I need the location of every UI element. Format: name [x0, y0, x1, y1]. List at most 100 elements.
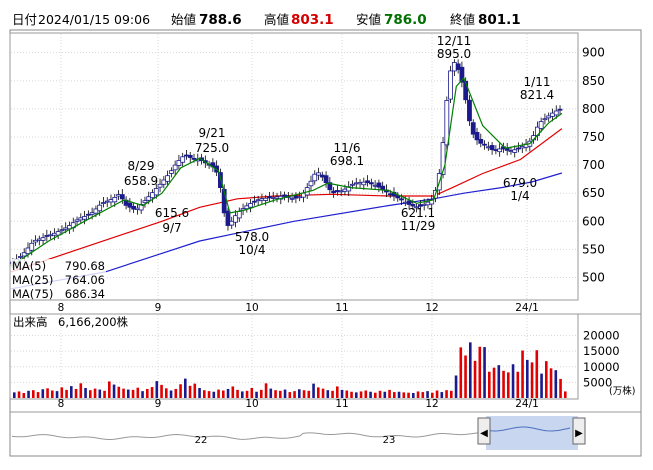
- annotation-line2: 9/7: [162, 221, 181, 235]
- volume-subtitle: 6,166,200株: [58, 315, 129, 329]
- candle-body: [557, 108, 563, 111]
- range-navigator[interactable]: ◀ ▶ 22 23: [11, 416, 586, 450]
- candle-body: [467, 99, 472, 122]
- volume-bar: [521, 350, 524, 398]
- candle-body: [101, 202, 106, 204]
- volume-bar: [241, 391, 244, 398]
- volume-bar: [231, 386, 235, 398]
- volume-bar: [559, 378, 562, 398]
- candle-body: [308, 180, 314, 187]
- annotation-line2: 10/4: [239, 243, 266, 257]
- volume-bar: [492, 367, 496, 398]
- ma5-line: [10, 76, 563, 267]
- candle-body: [399, 198, 404, 201]
- legend-ma75-name: MA(75): [12, 287, 53, 301]
- candle-body: [380, 185, 386, 190]
- candle-body: [482, 143, 487, 146]
- volume-bar: [17, 391, 21, 398]
- volume-bar: [340, 389, 344, 398]
- price-x-tick-label: 12: [425, 302, 438, 314]
- volume-bar: [307, 390, 311, 398]
- volume-bar: [264, 383, 268, 398]
- volume-bar: [326, 390, 330, 398]
- stock-chart-widget: 日付 2024/01/15 09:06 始値 788.6 高値 803.1 安値…: [0, 0, 653, 470]
- candle-body: [165, 175, 170, 182]
- legend-ma5-name: MA(5): [12, 259, 46, 273]
- volume-bar: [435, 390, 439, 398]
- volume-bar: [155, 381, 159, 398]
- candle-body: [263, 197, 269, 201]
- volume-tick-label: 5000: [583, 375, 612, 389]
- volume-bar: [412, 393, 415, 398]
- price-tick-label: 650: [582, 186, 605, 200]
- volume-bar: [236, 389, 239, 398]
- candle-body: [350, 183, 355, 186]
- price-tick-label: 700: [582, 158, 605, 172]
- navigator-label-22: 22: [195, 435, 208, 446]
- volume-bar: [22, 393, 26, 398]
- volume-bar: [331, 390, 334, 398]
- volume-bar: [312, 383, 315, 398]
- annotation-line1: 12/11: [437, 34, 472, 48]
- annotation-line2: 821.4: [520, 88, 554, 102]
- volume-x-tick-label: 8: [58, 398, 65, 410]
- volume-unit: (万株): [609, 385, 635, 397]
- volume-bar: [108, 381, 111, 398]
- volume-bar: [293, 391, 296, 398]
- volume-bar: [369, 391, 372, 398]
- volume-bar: [298, 389, 301, 398]
- volume-bar: [13, 392, 16, 398]
- volume-bar: [450, 390, 453, 398]
- candle-body: [119, 194, 125, 200]
- candle-body: [478, 138, 484, 144]
- candle-body: [82, 216, 87, 220]
- volume-x-tick-label: 12: [425, 398, 438, 410]
- candle-body: [236, 211, 242, 219]
- annotation-line2: 658.9: [124, 174, 158, 188]
- volume-bar: [174, 388, 178, 398]
- chart-canvas: 8/29658.9615.69/79/21725.0578.010/411/66…: [9, 29, 642, 457]
- annotation-line2: 895.0: [437, 47, 471, 61]
- annotation-line1: 679.0: [503, 176, 537, 190]
- navigator-selection[interactable]: [486, 416, 578, 450]
- ma5-path: [10, 76, 563, 267]
- volume-bar: [350, 391, 353, 398]
- candle-body: [18, 256, 23, 258]
- candle-body: [180, 156, 186, 163]
- volume-bar: [321, 388, 325, 398]
- volume-bar: [464, 355, 467, 398]
- volume-bar: [279, 390, 282, 398]
- volume-bar: [511, 364, 515, 398]
- volume-x-tick-label: 24/1: [515, 398, 539, 410]
- volume-bar: [70, 386, 73, 398]
- price-tick-label: 550: [582, 242, 605, 256]
- volume-bar: [179, 384, 182, 398]
- volume-bar: [217, 389, 220, 398]
- candle-body: [29, 242, 35, 251]
- volume-bar: [65, 389, 68, 398]
- candle-body: [168, 170, 174, 174]
- annotation-line2: 11/29: [401, 219, 436, 233]
- annotation-line1: 1/11: [524, 75, 551, 89]
- navigator-left-handle-icon: ◀: [480, 428, 488, 439]
- volume-tick-label: 10000: [583, 360, 620, 374]
- ma-legend: MA(5) 790.68 MA(25) 764.06 MA(75) 686.34: [11, 259, 106, 301]
- volume-bar: [51, 390, 54, 398]
- volume-bar: [193, 383, 197, 398]
- legend-ma5-value: 790.68: [65, 259, 105, 273]
- volume-bar: [393, 392, 396, 398]
- volume-x-tick-label: 9: [155, 398, 162, 410]
- volume-x-tick-label: 11: [335, 398, 348, 410]
- candle-body: [97, 204, 103, 212]
- volume-bar: [203, 390, 206, 398]
- volume-bar: [454, 375, 458, 398]
- legend-ma75-value: 686.34: [65, 287, 105, 301]
- volume-bar: [445, 390, 448, 398]
- price-tick-label: 500: [582, 271, 605, 285]
- price-tick-label: 900: [582, 46, 605, 60]
- candle-body: [406, 200, 412, 205]
- volume-bar: [359, 391, 363, 398]
- volume-bar: [226, 388, 230, 398]
- volume-bar: [32, 390, 35, 398]
- candle-body: [512, 149, 518, 153]
